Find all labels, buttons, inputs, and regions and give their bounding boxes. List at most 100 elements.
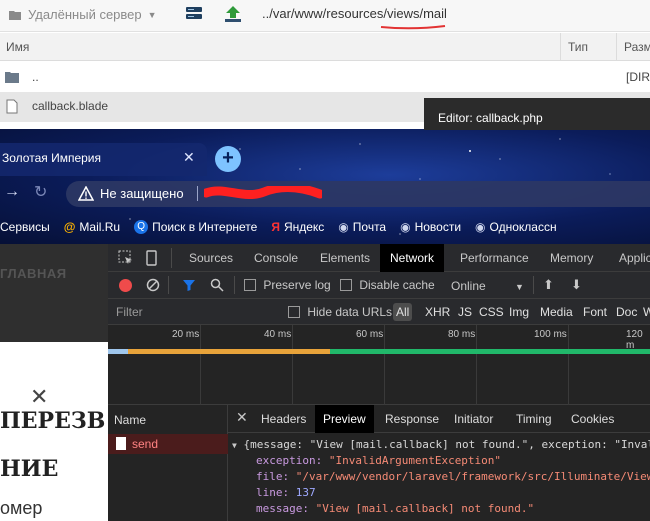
reload-icon[interactable]: ↻	[34, 182, 47, 202]
name-column-header[interactable]: Name	[108, 405, 228, 435]
disable-cache-label: Disable cache	[359, 278, 435, 292]
preview-summary[interactable]: ▼ {message: "View [mail.callback] not fo…	[232, 438, 650, 451]
upload-icon[interactable]	[222, 4, 244, 24]
request-row[interactable]: send	[108, 434, 228, 454]
tab-sources[interactable]: Sources	[179, 244, 243, 272]
bookmark-ok[interactable]: ◉ Одноклассн	[475, 220, 557, 234]
device-toolbar-icon[interactable]	[145, 250, 159, 266]
security-label[interactable]: Не защищено	[100, 186, 184, 201]
filter-type-css[interactable]: CSS	[479, 305, 504, 319]
record-icon[interactable]	[119, 279, 132, 292]
warning-icon[interactable]	[78, 186, 94, 202]
server-icon[interactable]	[184, 5, 204, 23]
throttle-select[interactable]: Online ▼	[451, 279, 524, 293]
search-icon: Q	[134, 220, 149, 234]
modal-heading-line2: НИЕ	[0, 456, 59, 482]
filter-icon[interactable]	[182, 278, 196, 292]
json-key: line:	[256, 486, 290, 499]
bookmark-label: Сервисы	[0, 220, 50, 234]
inspect-icon[interactable]	[118, 250, 134, 266]
tab-headers[interactable]: Headers	[253, 405, 314, 433]
bookmark-label: Поиск в Интернете	[152, 220, 258, 234]
close-icon[interactable]: ✕	[30, 384, 48, 410]
file-name: ..	[32, 70, 39, 84]
upload-har-icon[interactable]: ⬆	[543, 277, 554, 293]
search-icon[interactable]	[210, 278, 224, 292]
bookmark-mailru[interactable]: @ Mail.Ru	[64, 220, 120, 234]
checkbox[interactable]	[244, 279, 256, 291]
expand-arrow-icon[interactable]: ▼	[232, 441, 237, 450]
column-divider	[560, 33, 561, 61]
json-value: 137	[295, 486, 316, 499]
site-nav-link[interactable]: ГЛАВНАЯ	[0, 266, 67, 281]
bookmark-services[interactable]: Сервисы	[0, 220, 50, 234]
checkbox[interactable]	[288, 306, 300, 318]
preview-line-file: file: "/var/www/vendor/laravel/framework…	[256, 470, 650, 483]
close-icon[interactable]: ✕	[236, 409, 248, 426]
checkbox[interactable]	[340, 279, 352, 291]
tab-memory[interactable]: Memory	[540, 244, 603, 272]
waterfall-bar-download	[330, 349, 650, 354]
clear-icon[interactable]	[146, 278, 160, 292]
new-tab-button[interactable]: +	[215, 146, 241, 172]
column-name[interactable]: Имя	[6, 40, 29, 54]
filter-type-xhr[interactable]: XHR	[425, 305, 450, 319]
disable-cache-checkbox[interactable]: Disable cache	[340, 278, 435, 292]
yandex-icon: Я	[271, 220, 280, 234]
tab-performance[interactable]: Performance	[450, 244, 539, 272]
editor-title: Editor: callback.php	[438, 111, 543, 125]
filter-type-img[interactable]: Img	[509, 305, 529, 319]
editor-popup[interactable]: Editor: callback.php	[424, 98, 650, 130]
bookmark-mail[interactable]: ◉ Почта	[338, 220, 386, 234]
remote-path[interactable]: ../var/www/resources/views/mail	[262, 6, 447, 21]
close-icon[interactable]: ✕	[183, 149, 195, 166]
hide-data-urls-label: Hide data URLs	[307, 305, 393, 319]
tick-label: 80 ms	[448, 329, 476, 340]
waterfall-bar-waiting	[128, 349, 330, 354]
at-icon: @	[63, 220, 76, 234]
tab-cookies[interactable]: Cookies	[563, 405, 622, 433]
preserve-log-checkbox[interactable]: Preserve log	[244, 278, 331, 292]
filter-type-media[interactable]: Media	[540, 305, 573, 319]
server-selector[interactable]: Удалённый сервер ▼	[8, 7, 157, 22]
preserve-log-label: Preserve log	[263, 278, 331, 292]
tab-initiator[interactable]: Initiator	[446, 405, 501, 433]
tab-network[interactable]: Network	[380, 244, 445, 272]
tick-label: 120 m	[626, 329, 643, 351]
json-value: "View [mail.callback] not found."	[315, 502, 535, 515]
tab-elements[interactable]: Elements	[310, 244, 380, 272]
browser-tab[interactable]: Золотая Империя ✕	[0, 143, 207, 176]
filter-type-font[interactable]: Font	[583, 305, 607, 319]
tab-preview[interactable]: Preview	[315, 405, 374, 433]
hide-data-urls-checkbox[interactable]: Hide data URLs	[288, 305, 392, 319]
arrow-right-icon[interactable]: →	[4, 183, 20, 201]
filter-type-all[interactable]: All	[393, 303, 413, 321]
file-name: callback.blade	[32, 99, 109, 113]
bookmark-search[interactable]: Q Поиск в Интернете	[134, 220, 257, 234]
filter-type-doc[interactable]: Doc	[616, 305, 637, 319]
column-type[interactable]: Тип	[568, 40, 588, 54]
tab-application[interactable]: Applic	[609, 244, 650, 272]
modal-heading-line1: ПЕРЕЗВ	[0, 408, 106, 434]
file-icon	[6, 99, 18, 114]
folder-icon	[9, 10, 21, 20]
download-har-icon[interactable]: ⬇	[571, 277, 582, 293]
tab-response[interactable]: Response	[377, 405, 447, 433]
json-value: "/var/www/vendor/laravel/framework/src/I…	[295, 470, 650, 483]
bookmark-label: Одноклассн	[489, 220, 557, 234]
toolbar-separator	[234, 276, 235, 294]
bookmark-yandex[interactable]: Я Яндекс	[271, 220, 324, 234]
tab-timing[interactable]: Timing	[508, 405, 560, 433]
redaction-scribble	[204, 186, 322, 200]
preview-line-line: line: 137	[256, 486, 316, 499]
file-row[interactable]: .. [DIR	[0, 62, 650, 92]
tab-console[interactable]: Console	[244, 244, 308, 272]
filter-type-ws[interactable]: W	[643, 305, 650, 319]
caret-down-icon: ▼	[515, 282, 524, 292]
filter-input[interactable]: Filter	[116, 305, 143, 319]
filter-type-js[interactable]: JS	[458, 305, 472, 319]
bookmark-news[interactable]: ◉ Новости	[400, 220, 461, 234]
column-size[interactable]: Разм	[624, 40, 650, 54]
server-label: Удалённый сервер	[28, 7, 142, 22]
globe-icon: ◉	[338, 220, 349, 234]
